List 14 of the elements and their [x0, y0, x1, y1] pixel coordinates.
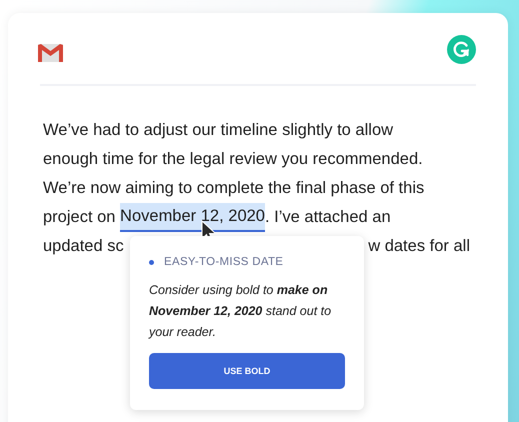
highlighted-date[interactable]: November 12, 2020 [120, 203, 265, 232]
email-text-line: project on [43, 207, 116, 228]
email-text-fragment: w dates for all [368, 236, 470, 257]
grammar-assistant-icon[interactable] [447, 35, 476, 64]
bullet-icon [149, 260, 154, 266]
email-text-line: enough time for the legal review you recommended. [43, 149, 423, 170]
mail-logo-icon [38, 44, 63, 62]
email-text-line: We’ve had to adjust our timeline slightly to allow [43, 120, 394, 141]
email-text-line: . I’ve attached an [264, 207, 391, 228]
suggestion-message: Consider using bold to make on November 12, 2020 stand out to your reader. [149, 282, 332, 342]
suggestion-category: EASY-TO-MISS DATE [164, 255, 284, 270]
email-text-fragment: updated sc [43, 236, 124, 257]
use-bold-button[interactable]: USE BOLD [149, 353, 345, 390]
email-text-line: We’re now aiming to complete the final phase of this [43, 178, 424, 199]
